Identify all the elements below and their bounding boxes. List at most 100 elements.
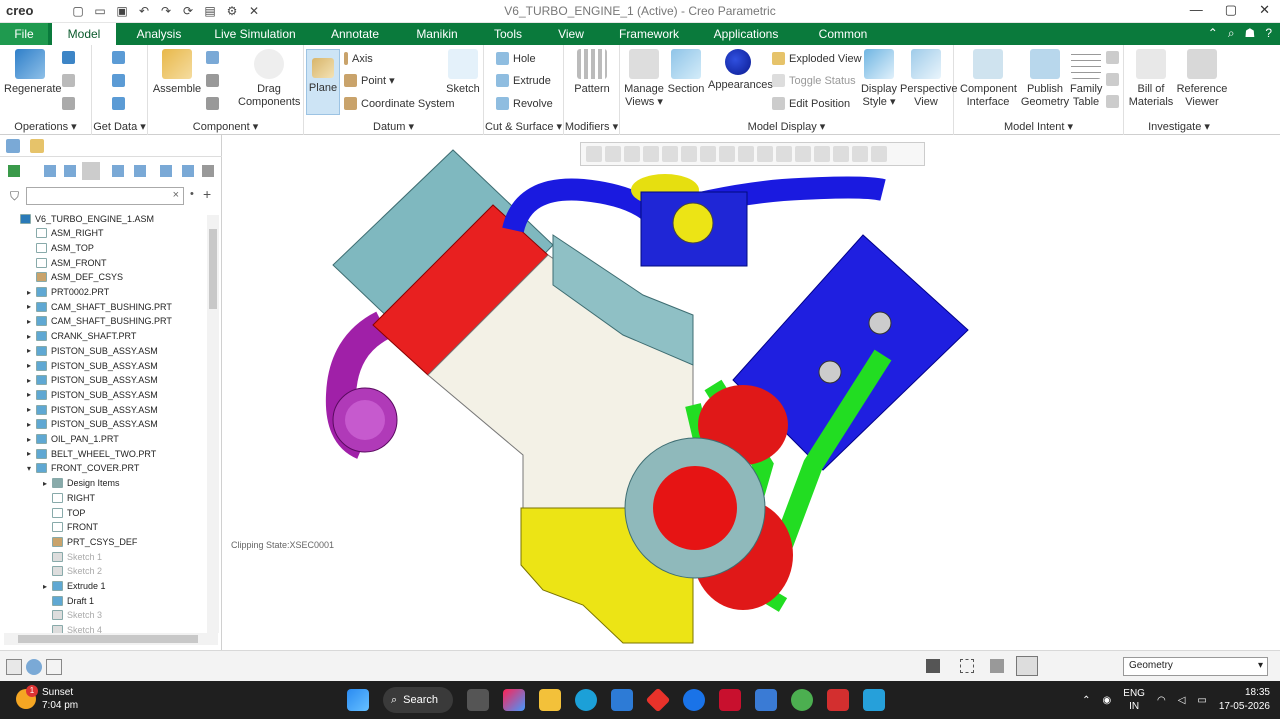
component-icon-3[interactable]: [206, 97, 219, 110]
get-data-icon-3[interactable]: [112, 97, 125, 110]
tree-item[interactable]: V6_TURBO_ENGINE_1.ASM: [8, 211, 154, 226]
help-icon[interactable]: ?: [1265, 26, 1272, 41]
weather-widget[interactable]: 1 Sunset 7:04 pm: [16, 685, 78, 712]
selection-box-icon[interactable]: [960, 659, 974, 673]
expand-toggle-icon[interactable]: ▸: [24, 361, 34, 370]
expand-toggle-icon[interactable]: ▸: [24, 449, 34, 458]
hscroll-thumb[interactable]: [18, 635, 198, 643]
cut-surface-label[interactable]: Cut & Surface ▾: [484, 120, 563, 133]
taskbar-search[interactable]: ⌕ Search: [383, 687, 453, 713]
family-table-button[interactable]: Family Table: [1070, 49, 1102, 109]
appearances-button[interactable]: Appearances: [708, 49, 773, 92]
language-indicator[interactable]: ENG IN: [1123, 687, 1145, 713]
help-app-icon[interactable]: [683, 689, 705, 711]
tree-item[interactable]: ▸ PISTON_SUB_ASSY.ASM: [24, 373, 158, 388]
plane-button[interactable]: Plane: [306, 49, 340, 115]
tree-item[interactable]: ASM_TOP: [24, 240, 94, 255]
switch-dimensions-icon[interactable]: [1106, 73, 1119, 86]
tree-item[interactable]: ▾ FRONT_COVER.PRT: [24, 461, 139, 476]
scroll-thumb[interactable]: [209, 229, 217, 309]
store-icon[interactable]: [611, 689, 633, 711]
model-intent-label[interactable]: Model Intent ▾: [954, 120, 1123, 133]
tray-chevron-icon[interactable]: ⌃: [1082, 695, 1090, 706]
tree-item[interactable]: RIGHT: [40, 490, 95, 505]
tree-settings-icon[interactable]: [8, 165, 20, 177]
expand-toggle-icon[interactable]: ▾: [24, 464, 34, 473]
maximize-button[interactable]: ▢: [1225, 2, 1237, 18]
selection-filter-dropdown[interactable]: Geometry ▾: [1123, 657, 1268, 676]
tree-item[interactable]: Sketch 1: [40, 549, 102, 564]
display-style-button[interactable]: Display Style ▾: [860, 49, 898, 109]
tab-manikin[interactable]: Manikin: [408, 23, 466, 45]
piston-pin-1[interactable]: [868, 311, 892, 335]
expand-toggle-icon[interactable]: ▸: [24, 420, 34, 429]
operations-small-icon-1[interactable]: [62, 51, 75, 64]
tab-file[interactable]: File: [0, 23, 48, 45]
edge-icon[interactable]: [575, 689, 597, 711]
tab-tools[interactable]: Tools: [486, 23, 530, 45]
funnel-icon[interactable]: ⛉: [10, 189, 19, 204]
solidworks-icon[interactable]: [827, 689, 849, 711]
close-button[interactable]: ✕: [1259, 2, 1270, 18]
app-red-icon[interactable]: [645, 687, 671, 713]
search-icon[interactable]: ⌕: [1228, 26, 1235, 41]
clear-icon[interactable]: ×: [173, 189, 179, 201]
collapse-ribbon-icon[interactable]: ⌃: [1208, 26, 1218, 41]
hole-button[interactable]: Hole: [496, 52, 536, 65]
expand-toggle-icon[interactable]: ▸: [24, 288, 34, 297]
tab-framework[interactable]: Framework: [612, 23, 686, 45]
expand-toggle-icon[interactable]: ▸: [40, 479, 50, 488]
mail-icon[interactable]: [755, 689, 777, 711]
modifiers-label[interactable]: Modifiers ▾: [564, 120, 619, 133]
tree-item[interactable]: ▸ PISTON_SUB_ASSY.ASM: [24, 387, 158, 402]
volume-icon[interactable]: ◁: [1178, 695, 1186, 706]
expand-toggle-icon[interactable]: ▸: [24, 332, 34, 341]
browser-icon[interactable]: [26, 659, 42, 675]
tree-filter-icon[interactable]: [64, 165, 76, 177]
select-icon[interactable]: [990, 659, 1004, 673]
pattern-button[interactable]: Pattern: [570, 49, 614, 96]
tree-icon-5[interactable]: [134, 165, 146, 177]
add-icon[interactable]: +: [203, 186, 211, 202]
tree-item[interactable]: ASM_RIGHT: [24, 226, 104, 241]
tree-item[interactable]: ▸ CAM_SHAFT_BUSHING.PRT: [24, 314, 172, 329]
relations-icon[interactable]: [1106, 51, 1119, 64]
file-explorer-icon[interactable]: [539, 689, 561, 711]
graphics-window[interactable]: Clipping State:XSEC0001: [223, 135, 1280, 650]
tree-item[interactable]: ▸ CRANK_SHAFT.PRT: [24, 329, 136, 344]
tree-item[interactable]: ▸ PISTON_SUB_ASSY.ASM: [24, 417, 158, 432]
regenerate-button[interactable]: Regenerate: [4, 49, 62, 96]
tree-horizontal-scrollbar[interactable]: [4, 633, 218, 645]
tree-item[interactable]: ▸ PISTON_SUB_ASSY.ASM: [24, 402, 158, 417]
reference-viewer-button[interactable]: Reference Viewer: [1176, 49, 1228, 109]
folder-browser-tab-icon[interactable]: [30, 139, 44, 153]
battery-icon[interactable]: ▭: [1197, 695, 1206, 706]
mcafee-icon[interactable]: [719, 689, 741, 711]
tab-view[interactable]: View: [550, 23, 592, 45]
get-data-label[interactable]: Get Data ▾: [92, 120, 147, 133]
expand-toggle-icon[interactable]: ▸: [24, 390, 34, 399]
layer-tree-icon[interactable]: [112, 165, 124, 177]
tree-vertical-scrollbar[interactable]: [207, 215, 219, 633]
tab-applications[interactable]: Applications: [706, 23, 786, 45]
tree-item[interactable]: Sketch 2: [40, 564, 102, 579]
component-interface-button[interactable]: Component Interface: [960, 49, 1017, 109]
piston-pin-2[interactable]: [818, 360, 842, 384]
minimize-button[interactable]: —: [1190, 2, 1203, 18]
tree-item[interactable]: ▸ CAM_SHAFT_BUSHING.PRT: [24, 299, 172, 314]
exploded-view-button[interactable]: Exploded View: [772, 52, 862, 65]
datum-label[interactable]: Datum ▾: [304, 120, 483, 133]
get-data-icon-1[interactable]: [112, 51, 125, 64]
expand-toggle-icon[interactable]: ▸: [24, 346, 34, 355]
component-icon-1[interactable]: [206, 51, 219, 64]
creo-app-icon[interactable]: [863, 689, 885, 711]
tree-item[interactable]: Sketch 3: [40, 608, 102, 623]
manage-views-button[interactable]: Manage Views ▾: [624, 49, 664, 109]
operations-label[interactable]: Operations ▾: [0, 120, 91, 133]
publish-geometry-button[interactable]: Publish Geometry: [1020, 49, 1070, 109]
crank-hub[interactable]: [653, 466, 737, 550]
tab-annotate[interactable]: Annotate: [322, 23, 388, 45]
more-icon[interactable]: •: [190, 188, 194, 200]
tree-item[interactable]: ▸ PRT0002.PRT: [24, 285, 109, 300]
show-tree-icon[interactable]: [82, 162, 100, 180]
